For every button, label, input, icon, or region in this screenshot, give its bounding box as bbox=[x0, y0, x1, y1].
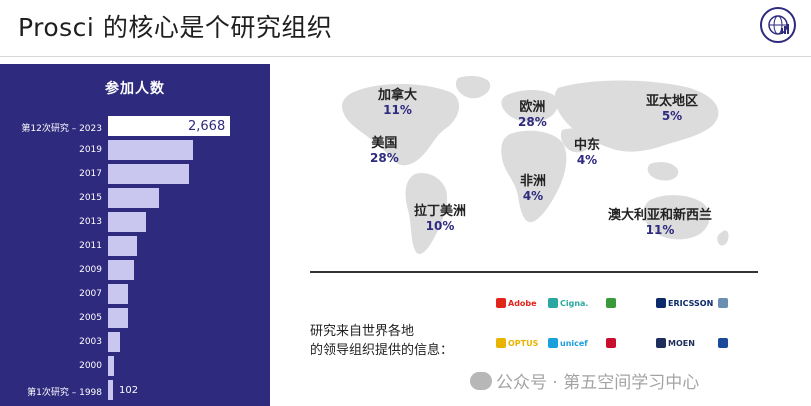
region-latin-america: 拉丁美洲 10% bbox=[414, 204, 467, 233]
bar-label: 2019 bbox=[79, 145, 102, 155]
logo-mark-icon bbox=[548, 298, 558, 308]
bar-label: 2005 bbox=[79, 313, 102, 323]
title-divider bbox=[0, 56, 811, 57]
caption-line-1: 研究来自世界各地 bbox=[310, 324, 415, 339]
panel-title: 参加人数 bbox=[105, 81, 165, 97]
participants-bar bbox=[108, 284, 128, 304]
region-usa: 美国 28% bbox=[370, 136, 399, 165]
participants-bar bbox=[108, 260, 134, 280]
caption-line-2: 的领导组织提供的信息： bbox=[310, 343, 454, 358]
logo-mark-icon bbox=[548, 338, 558, 348]
region-australia-nz: 澳大利亚和新西兰 11% bbox=[608, 208, 713, 237]
client-logo bbox=[718, 298, 728, 308]
logo-text: unicef bbox=[560, 338, 588, 348]
logo-text: ERICSSON bbox=[668, 298, 714, 308]
bar-label: 2015 bbox=[79, 193, 102, 203]
bar-label: 2013 bbox=[79, 217, 102, 227]
client-logo: Adobe bbox=[496, 298, 537, 308]
region-africa: 非洲 4% bbox=[520, 174, 547, 203]
section-divider bbox=[310, 271, 758, 273]
logo-mark-icon bbox=[496, 298, 506, 308]
logo-mark-icon bbox=[656, 338, 666, 348]
watermark: 公众号 · 第五空间学习中心 bbox=[470, 368, 699, 393]
client-logo: Cigna. bbox=[548, 298, 588, 308]
clients-caption: 研究来自世界各地 的领导组织提供的信息： bbox=[310, 322, 453, 360]
bar-label: 2009 bbox=[79, 265, 102, 275]
participants-bar bbox=[108, 332, 120, 352]
client-logo: unicef bbox=[548, 338, 588, 348]
watermark-text: 公众号 · 第五空间学习中心 bbox=[496, 373, 700, 393]
participants-bar bbox=[108, 164, 189, 184]
bar-label: 第12次研究 – 2023 bbox=[21, 124, 102, 134]
participants-bar bbox=[108, 236, 137, 256]
logo-text: Adobe bbox=[508, 298, 537, 308]
globe-logo-icon bbox=[760, 7, 796, 43]
region-middle-east: 中东 4% bbox=[574, 138, 601, 167]
bar-label: 2011 bbox=[79, 241, 102, 251]
logo-mark-icon bbox=[606, 338, 616, 348]
bar-label: 2017 bbox=[79, 169, 102, 179]
client-logo bbox=[606, 298, 616, 308]
wechat-icon bbox=[470, 371, 492, 390]
logo-text: MOEN bbox=[668, 338, 695, 348]
bar-value: 102 bbox=[119, 385, 139, 396]
participants-bar bbox=[108, 356, 114, 376]
client-logo bbox=[606, 338, 616, 348]
client-logo: MOEN bbox=[656, 338, 695, 348]
logo-mark-icon bbox=[656, 298, 666, 308]
slide-title: Prosci 的核心是个研究组织 bbox=[18, 13, 333, 42]
logo-text: Cigna. bbox=[560, 298, 589, 308]
participants-bar bbox=[108, 140, 193, 160]
participants-bar bbox=[108, 188, 159, 208]
participants-bar bbox=[108, 308, 128, 328]
world-map: 加拿大 11% 欧洲 28% 亚太地区 5% 美国 28% 中东 4% 非洲 4% 拉丁美洲… bbox=[330, 74, 750, 264]
logo-mark-icon bbox=[718, 338, 728, 348]
bar-label: 2000 bbox=[79, 361, 102, 371]
bar-label: 第1次研究 – 1998 bbox=[27, 388, 102, 398]
client-logo: OPTUS bbox=[496, 338, 538, 348]
participants-bar bbox=[108, 380, 113, 400]
logo-text: OPTUS bbox=[508, 338, 539, 348]
logo-mark-icon bbox=[718, 298, 728, 308]
region-canada: 加拿大 11% bbox=[378, 88, 418, 117]
participants-bar bbox=[108, 212, 146, 232]
client-logo bbox=[718, 338, 728, 348]
participants-panel: 参加人数 第12次研究 – 2023 2,668 2019 2017 2015 2013 2… bbox=[0, 64, 270, 406]
client-logo: ERICSSON bbox=[656, 298, 713, 308]
bar-label: 2007 bbox=[79, 289, 102, 299]
region-asia-pacific: 亚太地区 5% bbox=[646, 94, 699, 123]
logo-mark-icon bbox=[496, 338, 506, 348]
bar-value: 2,668 bbox=[188, 119, 226, 134]
logo-mark-icon bbox=[606, 298, 616, 308]
bar-label: 2003 bbox=[79, 337, 102, 347]
region-europe: 欧洲 28% bbox=[518, 100, 547, 129]
